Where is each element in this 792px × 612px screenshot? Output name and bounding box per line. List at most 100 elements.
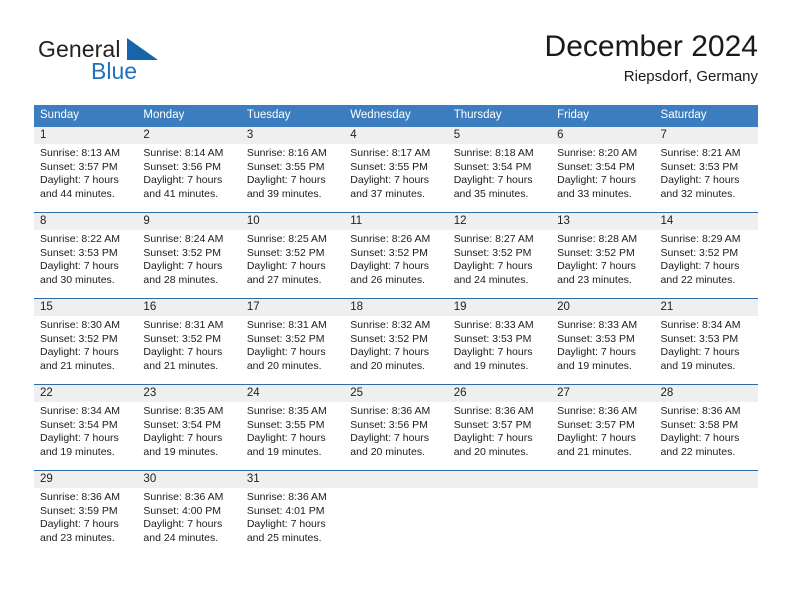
day-number: 22 <box>34 385 138 402</box>
calendar-day-cell[interactable]: 16 Sunrise: 8:31 AM Sunset: 3:52 PM Dayli… <box>137 299 241 384</box>
day-number: 29 <box>34 471 138 488</box>
calendar-day-cell[interactable]: 28 Sunrise: 8:36 AM Sunset: 3:58 PM Dayli… <box>654 385 758 470</box>
calendar-day-cell[interactable]: 22 Sunrise: 8:34 AM Sunset: 3:54 PM Dayli… <box>34 385 138 470</box>
calendar-day-cell[interactable]: 5 Sunrise: 8:18 AM Sunset: 3:54 PM Daylig… <box>447 127 552 212</box>
day-number: 25 <box>344 385 448 402</box>
day-sun-info: Sunrise: 8:31 AM Sunset: 3:52 PM Dayligh… <box>246 319 327 372</box>
calendar-day-cell[interactable]: 24 Sunrise: 8:35 AM Sunset: 3:55 PM Dayli… <box>240 385 345 470</box>
day-sun-info: Sunrise: 8:33 AM Sunset: 3:53 PM Dayligh… <box>557 319 638 372</box>
calendar-week-row: 8 Sunrise: 8:22 AM Sunset: 3:53 PM Daylig… <box>34 212 758 299</box>
calendar-day-cell[interactable]: 27 Sunrise: 8:36 AM Sunset: 3:57 PM Dayli… <box>551 385 655 470</box>
calendar-day-cell[interactable]: 12 Sunrise: 8:27 AM Sunset: 3:52 PM Dayli… <box>447 213 552 298</box>
day-sun-info: Sunrise: 8:32 AM Sunset: 3:52 PM Dayligh… <box>350 319 431 372</box>
calendar-day-cell[interactable]: 20 Sunrise: 8:33 AM Sunset: 3:53 PM Dayli… <box>551 299 655 384</box>
calendar-day-cell[interactable]: 14 Sunrise: 8:29 AM Sunset: 3:52 PM Dayli… <box>654 213 758 298</box>
day-number: 8 <box>34 213 138 230</box>
day-sun-info: Sunrise: 8:36 AM Sunset: 4:00 PM Dayligh… <box>143 491 224 544</box>
day-number: 24 <box>240 385 345 402</box>
calendar-day-cell[interactable]: 3 Sunrise: 8:16 AM Sunset: 3:55 PM Daylig… <box>240 127 345 212</box>
day-number: 17 <box>240 299 345 316</box>
calendar-header-row: Sunday Monday Tuesday Wednesday Thursday… <box>34 105 758 127</box>
day-sun-info: Sunrise: 8:36 AM Sunset: 3:56 PM Dayligh… <box>350 405 431 458</box>
calendar-day-cell-empty <box>344 471 448 556</box>
weekday-header-thursday: Thursday <box>447 105 552 127</box>
calendar-day-cell[interactable]: 10 Sunrise: 8:25 AM Sunset: 3:52 PM Dayli… <box>240 213 345 298</box>
day-number: 5 <box>447 127 552 144</box>
calendar-day-cell[interactable]: 23 Sunrise: 8:35 AM Sunset: 3:54 PM Dayli… <box>137 385 241 470</box>
day-number: 10 <box>240 213 345 230</box>
calendar-day-cell[interactable]: 9 Sunrise: 8:24 AM Sunset: 3:52 PM Daylig… <box>137 213 241 298</box>
calendar-body: 1 Sunrise: 8:13 AM Sunset: 3:57 PM Daylig… <box>34 127 758 556</box>
calendar-day-cell[interactable]: 25 Sunrise: 8:36 AM Sunset: 3:56 PM Dayli… <box>344 385 448 470</box>
calendar-day-cell[interactable]: 15 Sunrise: 8:30 AM Sunset: 3:52 PM Dayli… <box>34 299 138 384</box>
calendar-day-cell[interactable]: 1 Sunrise: 8:13 AM Sunset: 3:57 PM Daylig… <box>34 127 138 212</box>
day-sun-info: Sunrise: 8:27 AM Sunset: 3:52 PM Dayligh… <box>453 233 534 286</box>
day-number: 27 <box>551 385 655 402</box>
day-sun-info: Sunrise: 8:22 AM Sunset: 3:53 PM Dayligh… <box>40 233 120 286</box>
day-sun-info: Sunrise: 8:30 AM Sunset: 3:52 PM Dayligh… <box>40 319 120 372</box>
day-number: 21 <box>654 299 758 316</box>
calendar-day-cell[interactable]: 8 Sunrise: 8:22 AM Sunset: 3:53 PM Daylig… <box>34 213 138 298</box>
day-sun-info <box>344 488 447 491</box>
day-sun-info: Sunrise: 8:29 AM Sunset: 3:52 PM Dayligh… <box>660 233 741 286</box>
weekday-header-monday: Monday <box>137 105 241 127</box>
calendar-day-cell[interactable]: 26 Sunrise: 8:36 AM Sunset: 3:57 PM Dayli… <box>447 385 552 470</box>
day-number: 4 <box>344 127 448 144</box>
calendar-day-cell[interactable]: 31 Sunrise: 8:36 AM Sunset: 4:01 PM Dayli… <box>240 471 345 556</box>
title-block: December 2024 Riepsdorf, Germany <box>545 28 758 88</box>
calendar-day-cell[interactable]: 13 Sunrise: 8:28 AM Sunset: 3:52 PM Dayli… <box>551 213 655 298</box>
calendar-week-row: 22 Sunrise: 8:34 AM Sunset: 3:54 PM Dayli… <box>34 384 758 471</box>
calendar-day-cell[interactable]: 19 Sunrise: 8:33 AM Sunset: 3:53 PM Dayli… <box>447 299 552 384</box>
day-sun-info: Sunrise: 8:13 AM Sunset: 3:57 PM Dayligh… <box>40 147 120 200</box>
day-sun-info: Sunrise: 8:26 AM Sunset: 3:52 PM Dayligh… <box>350 233 431 286</box>
calendar-day-cell[interactable]: 4 Sunrise: 8:17 AM Sunset: 3:55 PM Daylig… <box>344 127 448 212</box>
calendar-day-cell[interactable]: 18 Sunrise: 8:32 AM Sunset: 3:52 PM Dayli… <box>344 299 448 384</box>
calendar-day-cell[interactable]: 6 Sunrise: 8:20 AM Sunset: 3:54 PM Daylig… <box>551 127 655 212</box>
month-calendar-table: Sunday Monday Tuesday Wednesday Thursday… <box>34 105 758 556</box>
calendar-week-row: 29 Sunrise: 8:36 AM Sunset: 3:59 PM Dayli… <box>34 470 758 556</box>
weekday-header-tuesday: Tuesday <box>240 105 345 127</box>
day-sun-info: Sunrise: 8:34 AM Sunset: 3:54 PM Dayligh… <box>40 405 120 458</box>
day-sun-info: Sunrise: 8:36 AM Sunset: 3:59 PM Dayligh… <box>40 491 120 544</box>
day-number: 15 <box>34 299 138 316</box>
page-title: December 2024 <box>544 30 758 63</box>
calendar-day-cell[interactable]: 2 Sunrise: 8:14 AM Sunset: 3:56 PM Daylig… <box>137 127 241 212</box>
day-sun-info: Sunrise: 8:20 AM Sunset: 3:54 PM Dayligh… <box>557 147 638 200</box>
day-sun-info: Sunrise: 8:33 AM Sunset: 3:53 PM Dayligh… <box>453 319 534 372</box>
logo-triangle-icon <box>127 38 158 60</box>
calendar-day-cell-empty <box>447 471 552 556</box>
calendar-day-cell[interactable]: 30 Sunrise: 8:36 AM Sunset: 4:00 PM Dayli… <box>137 471 241 556</box>
day-number: 9 <box>137 213 241 230</box>
day-number: 14 <box>654 213 758 230</box>
day-sun-info: Sunrise: 8:24 AM Sunset: 3:52 PM Dayligh… <box>143 233 224 286</box>
calendar-week-row: 1 Sunrise: 8:13 AM Sunset: 3:57 PM Daylig… <box>34 127 758 213</box>
day-sun-info: Sunrise: 8:21 AM Sunset: 3:53 PM Dayligh… <box>660 147 741 200</box>
page-header: General Blue December 2024 Riepsdorf, Ge… <box>34 28 758 96</box>
calendar-day-cell-empty <box>654 471 758 556</box>
day-number: 28 <box>654 385 758 402</box>
day-number <box>654 471 758 488</box>
day-sun-info: Sunrise: 8:36 AM Sunset: 4:01 PM Dayligh… <box>246 491 327 544</box>
calendar-day-cell[interactable]: 7 Sunrise: 8:21 AM Sunset: 3:53 PM Daylig… <box>654 127 758 212</box>
day-sun-info: Sunrise: 8:14 AM Sunset: 3:56 PM Dayligh… <box>143 147 224 200</box>
calendar-day-cell[interactable]: 21 Sunrise: 8:34 AM Sunset: 3:53 PM Dayli… <box>654 299 758 384</box>
day-number: 11 <box>344 213 448 230</box>
day-number: 12 <box>447 213 552 230</box>
calendar-day-cell[interactable]: 17 Sunrise: 8:31 AM Sunset: 3:52 PM Dayli… <box>240 299 345 384</box>
day-sun-info <box>655 488 758 491</box>
calendar-day-cell[interactable]: 11 Sunrise: 8:26 AM Sunset: 3:52 PM Dayli… <box>344 213 448 298</box>
day-sun-info: Sunrise: 8:35 AM Sunset: 3:55 PM Dayligh… <box>246 405 327 458</box>
logo-text-blue: Blue <box>91 58 138 84</box>
calendar-week-row: 15 Sunrise: 8:30 AM Sunset: 3:52 PM Dayli… <box>34 298 758 385</box>
day-sun-info: Sunrise: 8:36 AM Sunset: 3:58 PM Dayligh… <box>660 405 741 458</box>
calendar-page: General Blue December 2024 Riepsdorf, Ge… <box>0 0 792 612</box>
day-sun-info: Sunrise: 8:36 AM Sunset: 3:57 PM Dayligh… <box>453 405 534 458</box>
weekday-header-sunday: Sunday <box>34 105 138 127</box>
day-number: 19 <box>447 299 552 316</box>
general-blue-logo[interactable]: General Blue <box>34 36 234 92</box>
calendar-day-cell[interactable]: 29 Sunrise: 8:36 AM Sunset: 3:59 PM Dayli… <box>34 471 138 556</box>
page-subtitle-location: Riepsdorf, Germany <box>623 68 758 85</box>
day-number: 6 <box>551 127 655 144</box>
day-number: 23 <box>137 385 241 402</box>
day-number: 3 <box>240 127 345 144</box>
